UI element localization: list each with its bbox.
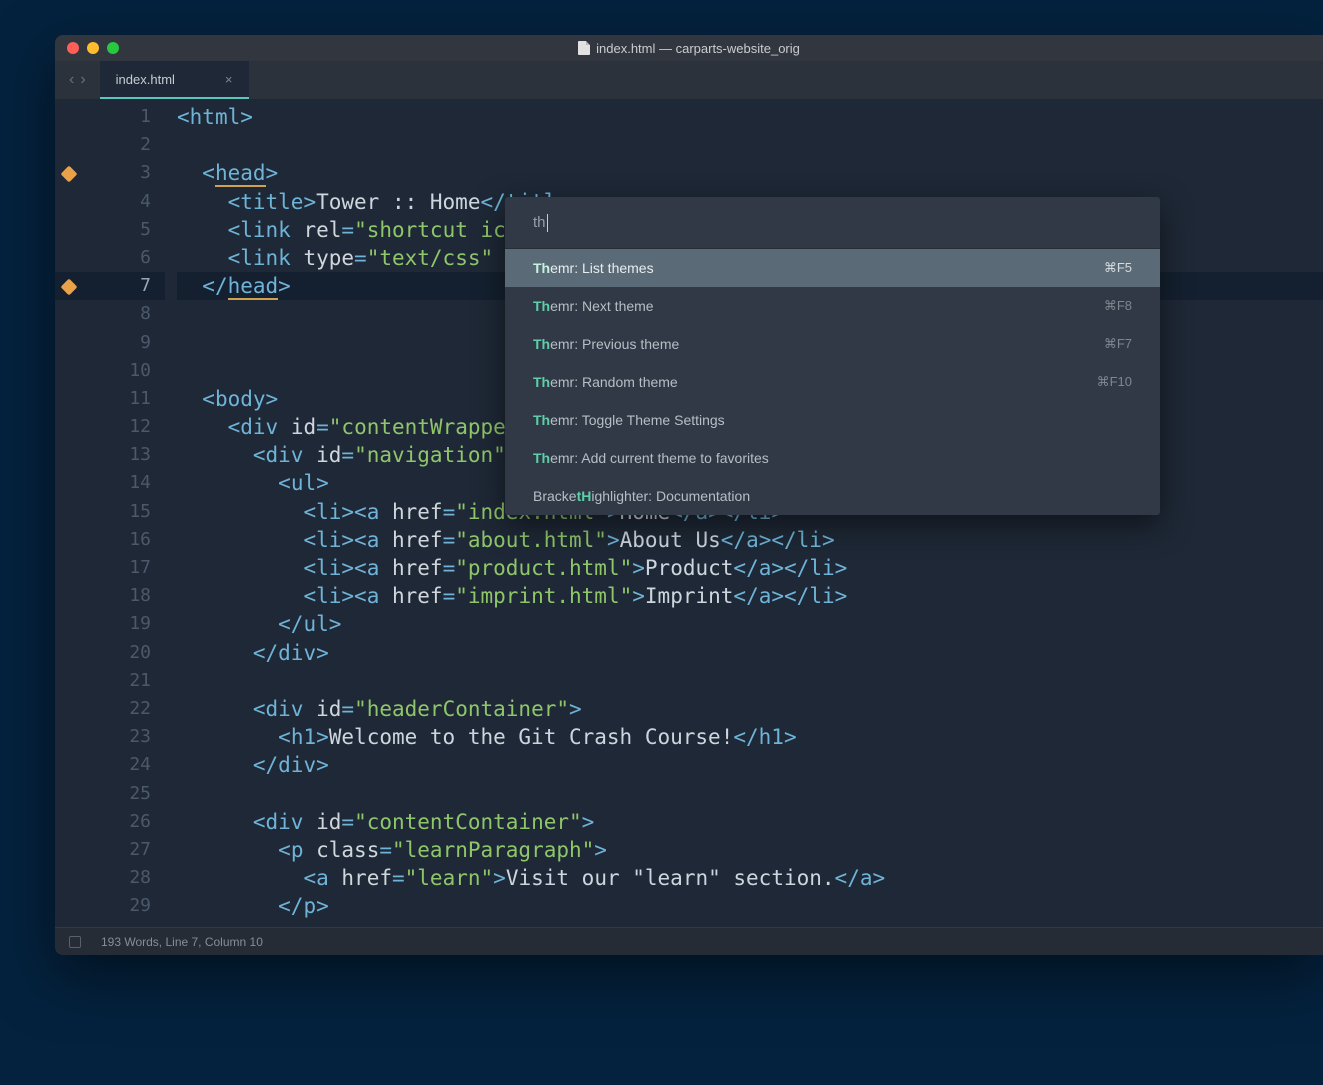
code-line [177,780,1323,808]
code-line: <h1>Welcome to the Git Crash Course!</h1… [177,723,1323,751]
command-palette-item[interactable]: Themr: Add current theme to favorites [505,439,1160,477]
line-number: 18 [55,582,165,610]
line-number: 13 [55,441,165,469]
tab-close-icon[interactable]: × [225,72,233,87]
nav-forward-button[interactable]: › [80,71,85,89]
line-number: 24 [55,751,165,779]
line-number: 9 [55,329,165,357]
window-title-text: index.html — carparts-website_orig [596,41,800,56]
code-line: <div id="contentContainer"> [177,808,1323,836]
window-title: index.html — carparts-website_orig [55,41,1323,56]
line-number: 23 [55,723,165,751]
command-palette-list: Themr: List themes⌘F5Themr: Next theme⌘F… [505,249,1160,515]
code-line [177,667,1323,695]
code-line [177,131,1323,159]
line-number: 11 [55,385,165,413]
code-line: <li><a href="about.html">About Us</a></l… [177,526,1323,554]
code-line: </ul> [177,610,1323,638]
file-tab[interactable]: index.html × [100,61,249,99]
shortcut-label: ⌘F5 [1104,260,1132,276]
titlebar: index.html — carparts-website_orig [55,35,1323,61]
command-palette-item[interactable]: Themr: Random theme⌘F10 [505,363,1160,401]
line-number-gutter: 1234567891011121314151617181920212223242… [55,99,165,927]
code-line: </div> [177,751,1323,779]
status-panel-icon[interactable] [69,936,81,948]
line-number: 3 [55,159,165,187]
code-line: <li><a href="product.html">Product</a></… [177,554,1323,582]
code-line: <div id="headerContainer"> [177,695,1323,723]
line-number: 20 [55,639,165,667]
shortcut-label: ⌘F10 [1097,374,1132,390]
line-number: 6 [55,244,165,272]
shortcut-label: ⌘F8 [1104,298,1132,314]
line-number: 21 [55,667,165,695]
command-palette-item[interactable]: Themr: List themes⌘F5 [505,249,1160,287]
status-bar: 193 Words, Line 7, Column 10 [55,927,1323,955]
line-number: 7 [55,272,165,300]
code-line: <head> [177,159,1323,187]
line-number: 14 [55,469,165,497]
line-number: 25 [55,780,165,808]
code-line: <html> [177,103,1323,131]
line-number: 12 [55,413,165,441]
editor-area: 1234567891011121314151617181920212223242… [55,99,1323,927]
command-palette-query: th [533,214,546,231]
code-line: </p> [177,892,1323,920]
editor-window: index.html — carparts-website_orig ‹ › i… [55,35,1323,955]
line-number: 4 [55,188,165,216]
code-line: <p class="learnParagraph"> [177,836,1323,864]
line-number: 2 [55,131,165,159]
line-number: 26 [55,808,165,836]
line-number: 27 [55,836,165,864]
line-number: 10 [55,357,165,385]
code-line: <a href="learn">Visit our "learn" sectio… [177,864,1323,892]
command-palette-item[interactable]: BracketHighlighter: Documentation [505,477,1160,515]
line-number: 17 [55,554,165,582]
command-palette: th Themr: List themes⌘F5Themr: Next them… [505,197,1160,515]
line-number: 15 [55,498,165,526]
line-number: 19 [55,610,165,638]
tab-label: index.html [116,72,175,87]
file-icon [578,41,590,55]
line-number: 8 [55,300,165,328]
nav-back-button[interactable]: ‹ [69,71,74,89]
line-number: 1 [55,103,165,131]
command-palette-item[interactable]: Themr: Previous theme⌘F7 [505,325,1160,363]
command-palette-input[interactable]: th [505,197,1160,249]
code-line: <li><a href="imprint.html">Imprint</a></… [177,582,1323,610]
shortcut-label: ⌘F7 [1104,336,1132,352]
command-palette-item[interactable]: Themr: Next theme⌘F8 [505,287,1160,325]
tab-bar: ‹ › index.html × [55,61,1323,99]
status-text: 193 Words, Line 7, Column 10 [101,935,263,949]
line-number: 5 [55,216,165,244]
line-number: 22 [55,695,165,723]
line-number: 28 [55,864,165,892]
text-caret [547,214,548,232]
nav-buttons: ‹ › [55,61,100,99]
line-number: 16 [55,526,165,554]
command-palette-item[interactable]: Themr: Toggle Theme Settings [505,401,1160,439]
line-number: 29 [55,892,165,920]
code-line: </div> [177,639,1323,667]
